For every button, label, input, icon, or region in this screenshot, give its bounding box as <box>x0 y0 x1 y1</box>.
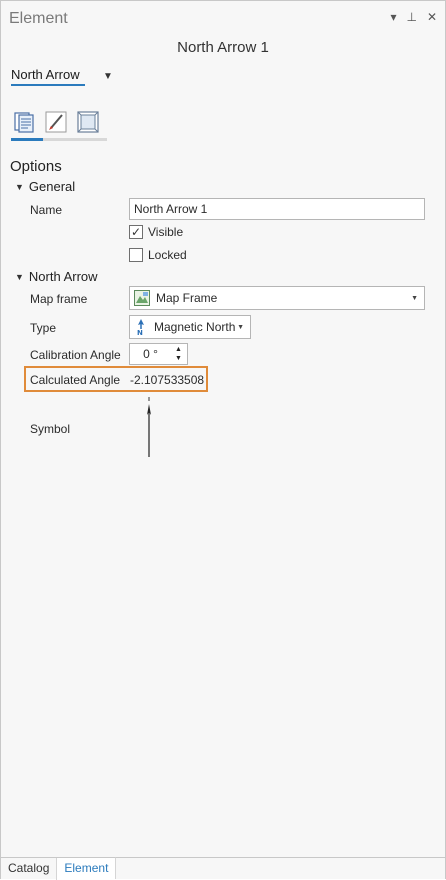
north-arrow-group-toggle[interactable]: ▼ North Arrow <box>15 269 98 284</box>
tab-catalog[interactable]: Catalog <box>1 858 58 880</box>
magnetic-north-icon: N <box>137 319 144 336</box>
type-label: Type <box>30 321 57 335</box>
stepper-down-icon[interactable]: ▼ <box>175 354 187 363</box>
symbol-pen-icon <box>45 111 67 133</box>
north-arrow-symbol-icon <box>147 397 151 457</box>
map-frame-label: Map frame <box>30 292 88 306</box>
chevron-down-icon: ▼ <box>15 181 24 192</box>
element-type-label: North Arrow <box>11 67 85 86</box>
locked-checkbox-row[interactable]: Locked <box>129 248 187 262</box>
locked-label: Locked <box>148 248 187 262</box>
pane-options-chevron-icon[interactable]: ▾ <box>390 10 396 24</box>
close-icon[interactable]: ✕ <box>427 10 437 24</box>
calculated-angle-value: -2.1075335086 <box>130 373 204 387</box>
svg-text:N: N <box>137 329 143 336</box>
chevron-down-icon: ▼ <box>411 294 418 302</box>
visible-label: Visible <box>148 225 184 239</box>
tab-display[interactable] <box>75 109 101 135</box>
element-name-header: North Arrow 1 <box>177 39 269 56</box>
symbol-label: Symbol <box>30 422 71 436</box>
tab-underline <box>11 138 107 141</box>
name-label: Name <box>30 203 63 217</box>
tab-element[interactable]: Element <box>57 857 117 879</box>
tab-symbol[interactable] <box>43 109 69 135</box>
map-frame-icon <box>134 290 150 306</box>
calibration-angle-value[interactable]: 0 ° <box>130 347 175 361</box>
element-tabs <box>11 109 101 135</box>
general-group-label: General <box>28 179 76 194</box>
pane-title: Element <box>9 10 68 27</box>
pane-titlebar: Element ▾ ⊥ ✕ <box>1 1 445 37</box>
chevron-down-icon: ▼ <box>237 323 244 331</box>
visible-checkbox-row[interactable]: ✓ Visible <box>129 225 183 239</box>
calibration-angle-stepper[interactable]: 0 ° ▲ ▼ <box>129 343 188 365</box>
stepper-up-icon[interactable]: ▲ <box>175 345 187 354</box>
options-icon <box>14 112 34 133</box>
calculated-angle-label: Calculated Angle <box>30 373 121 387</box>
locked-checkbox[interactable] <box>129 248 143 262</box>
visible-checkbox[interactable]: ✓ <box>129 225 143 239</box>
symbol-preview[interactable] <box>139 395 159 462</box>
tab-options[interactable] <box>11 109 37 135</box>
active-tab-indicator <box>11 138 43 141</box>
map-frame-value: Map Frame <box>156 291 218 305</box>
display-icon <box>77 111 99 133</box>
map-frame-dropdown[interactable]: Map Frame ▼ <box>129 286 425 310</box>
bottom-tab-bar: Catalog Element <box>1 857 445 880</box>
element-type-dropdown[interactable]: North Arrow ▼ <box>11 67 113 86</box>
chevron-down-icon: ▼ <box>103 71 113 82</box>
pane-controls: ▾ ⊥ ✕ <box>390 10 437 24</box>
general-group-toggle[interactable]: ▼ General <box>15 179 75 194</box>
chevron-down-icon: ▼ <box>15 271 24 282</box>
pin-icon[interactable]: ⊥ <box>406 10 416 24</box>
stepper-arrows[interactable]: ▲ ▼ <box>175 345 187 363</box>
calibration-angle-label: Calibration Angle <box>30 348 121 362</box>
options-section-title: Options <box>10 158 62 175</box>
type-value: Magnetic North <box>154 320 236 334</box>
name-input[interactable]: North Arrow 1 <box>129 198 425 220</box>
element-pane: Element ▾ ⊥ ✕ North Arrow 1 North Arrow … <box>0 0 446 880</box>
north-arrow-group-label: North Arrow <box>28 269 98 284</box>
type-dropdown[interactable]: N Magnetic North ▼ <box>129 315 251 339</box>
